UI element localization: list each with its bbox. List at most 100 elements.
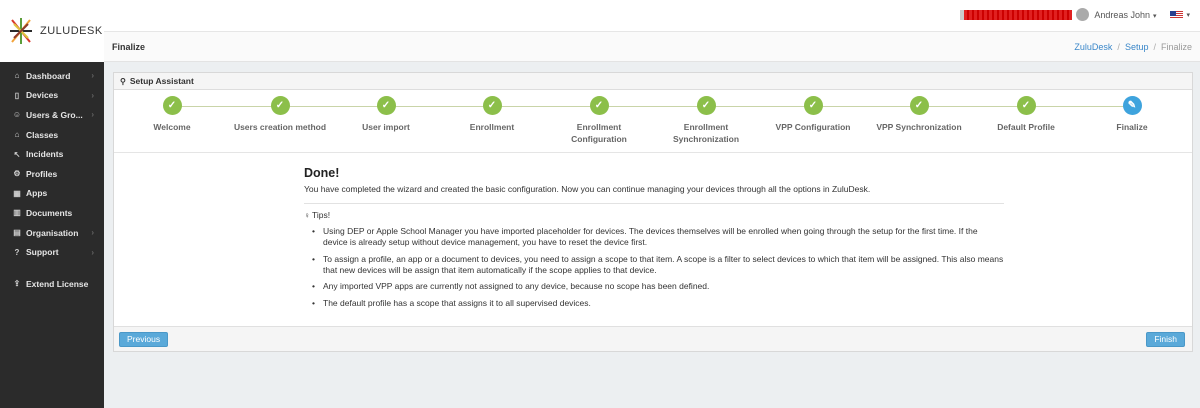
sidebar-item-label: Devices (26, 90, 59, 101)
sidebar-item-label: Apps (26, 188, 48, 199)
avatar[interactable] (1076, 8, 1090, 21)
breadcrumb-current: Finalize (1160, 42, 1192, 52)
sidebar-item-label: Support (26, 247, 59, 258)
sidebar-item-support[interactable]: ? Support › (0, 242, 104, 262)
wizard-step-label: VPP Configuration (775, 122, 851, 132)
sidebar-item-documents[interactable]: ▥ Documents (0, 203, 104, 223)
tip-item: The default profile has a scope that ass… (312, 298, 1004, 309)
wizard-step: ✓ Enrollment (437, 96, 547, 133)
previous-button[interactable]: Previous (119, 332, 169, 347)
sidebar-item-label: Organisation (26, 227, 79, 238)
sidebar-item-profiles[interactable]: ⚙ Profiles (0, 164, 104, 184)
logo-text: ZULUDESK (40, 25, 103, 37)
chevron-right-icon: › (91, 110, 94, 120)
user-name: Andreas John (1094, 9, 1150, 20)
tip-item: Using DEP or Apple School Manager you ha… (312, 226, 1004, 248)
finish-button[interactable]: Finish (1146, 332, 1185, 347)
chevron-right-icon: › (91, 247, 94, 257)
tips-list: Using DEP or Apple School Manager you ha… (304, 226, 1004, 309)
checkmark-icon: ✓ (589, 96, 609, 115)
sidebar-item-label: Incidents (26, 149, 64, 160)
finalize-content: Done! You have completed the wizard and … (304, 166, 1004, 314)
done-text: You have completed the wizard and create… (304, 184, 871, 194)
sidebar-item-extend-license[interactable]: ⇪ Extend License (0, 274, 104, 294)
tip-item: Any imported VPP apps are currently not … (312, 281, 1004, 292)
checkmark-icon: ✓ (803, 96, 823, 115)
panel-header: ⚲ Setup Assistant (114, 73, 1192, 90)
sidebar: ZULUDESK ⌂ Dashboard › ▯ Devices › ☺ Users & Gr… (0, 0, 104, 408)
chevron-right-icon: › (91, 71, 94, 81)
device-icon: ▯ (14, 90, 20, 100)
breadcrumb-setup[interactable]: Setup (1125, 42, 1149, 52)
wizard-step-label: User import (362, 122, 410, 132)
us-flag-icon[interactable] (1170, 10, 1184, 19)
wizard-step-label: VPP Synchronization (876, 122, 962, 132)
wizard-step: ✓ VPP Synchronization (864, 96, 974, 133)
home-icon: ⌂ (14, 71, 20, 81)
zuludesk-logo-icon (10, 18, 32, 44)
sidebar-nav: ⌂ Dashboard › ▯ Devices › ☺ Users & Gro... › ⌂ Cla… (0, 66, 104, 294)
page-header: Finalize ZuluDesk / Setup / Finalize (104, 31, 1200, 62)
panel-footer: Previous Finish (114, 326, 1192, 351)
sidebar-item-label: Dashboard (26, 70, 71, 81)
lightbulb-icon: ♀ (304, 211, 310, 220)
setup-assistant-panel: ⚲ Setup Assistant ✓ Welcome ✓ Users creatio… (113, 72, 1193, 352)
wizard-step: ✓ User import (331, 96, 441, 133)
sidebar-item-label: Users & Gro... (26, 109, 83, 120)
tip-item: To assign a profile, an app or a documen… (312, 254, 1004, 276)
sidebar-item-organisation[interactable]: ▤ Organisation › (0, 223, 104, 243)
checkmark-icon: ✓ (270, 96, 290, 115)
sidebar-item-label: Extend License (26, 278, 89, 289)
sidebar-item-label: Classes (26, 129, 59, 140)
language-caret-icon[interactable]: ▾ (1186, 11, 1190, 19)
sidebar-item-classes[interactable]: ⌂ Classes (0, 125, 104, 145)
tips-label: Tips! (312, 210, 331, 220)
graduation-cap-icon: ⌂ (14, 130, 20, 140)
wizard-step: ✎ Finalize (1077, 96, 1187, 133)
sidebar-item-dashboard[interactable]: ⌂ Dashboard › (0, 66, 104, 86)
wand-icon: ⚲ (120, 76, 126, 86)
done-heading: Done! (304, 166, 340, 180)
wizard-step-label: Users creation method (233, 122, 327, 132)
wizard-step: ✓ Users creation method (225, 96, 335, 133)
topbar: Andreas John ▾ ▾ (104, 0, 1200, 31)
incident-icon: ↖ (13, 149, 21, 159)
tips-heading: ♀ Tips! (304, 210, 1004, 220)
building-icon: ▤ (13, 228, 21, 238)
sidebar-item-apps[interactable]: ▦ Apps (0, 184, 104, 204)
wizard-step: ✓ Welcome (117, 96, 227, 133)
sidebar-item-devices[interactable]: ▯ Devices › (0, 86, 104, 106)
checkmark-icon: ✓ (1016, 96, 1036, 115)
checkmark-icon: ✓ (162, 96, 182, 115)
logo[interactable]: ZULUDESK (0, 0, 104, 62)
extend-license-icon: ⇪ (13, 279, 21, 289)
user-menu[interactable]: Andreas John ▾ (1094, 10, 1156, 20)
wizard-steps: ✓ Welcome ✓ Users creation method ✓ User impo… (114, 90, 1192, 153)
page-title: Finalize (112, 42, 146, 52)
sidebar-item-label: Documents (26, 207, 73, 218)
wizard-step-label: Enrollment Synchronization (672, 122, 740, 144)
users-icon: ☺ (12, 110, 22, 120)
panel-title: Setup Assistant (129, 76, 194, 86)
checkmark-icon: ✓ (696, 96, 716, 115)
breadcrumb-separator: / (1117, 42, 1120, 52)
breadcrumb-zuludesk[interactable]: ZuluDesk (1074, 42, 1112, 52)
chevron-right-icon: › (91, 90, 94, 100)
wizard-step-label: Welcome (153, 122, 191, 132)
wizard-step: ✓ Default Profile (971, 96, 1081, 133)
question-circle-icon: ? (14, 247, 20, 257)
wizard-step: ✓ Enrollment Synchronization (651, 96, 761, 145)
wizard-step: ✓ Enrollment Configuration (544, 96, 654, 145)
divider (304, 203, 1004, 204)
wizard-step-label: Enrollment Configuration (571, 122, 627, 144)
sidebar-item-incidents[interactable]: ↖ Incidents (0, 144, 104, 164)
wizard-step-label: Default Profile (997, 122, 1055, 132)
wizard-step: ✓ VPP Configuration (758, 96, 868, 133)
checkmark-icon: ✓ (909, 96, 929, 115)
checkmark-icon: ✓ (376, 96, 396, 115)
sidebar-item-users-gro[interactable]: ☺ Users & Gro... › (0, 105, 104, 125)
user-area: Andreas John ▾ ▾ (960, 8, 1190, 21)
apps-grid-icon: ▦ (13, 188, 21, 198)
wizard-step-label: Finalize (1116, 122, 1148, 132)
